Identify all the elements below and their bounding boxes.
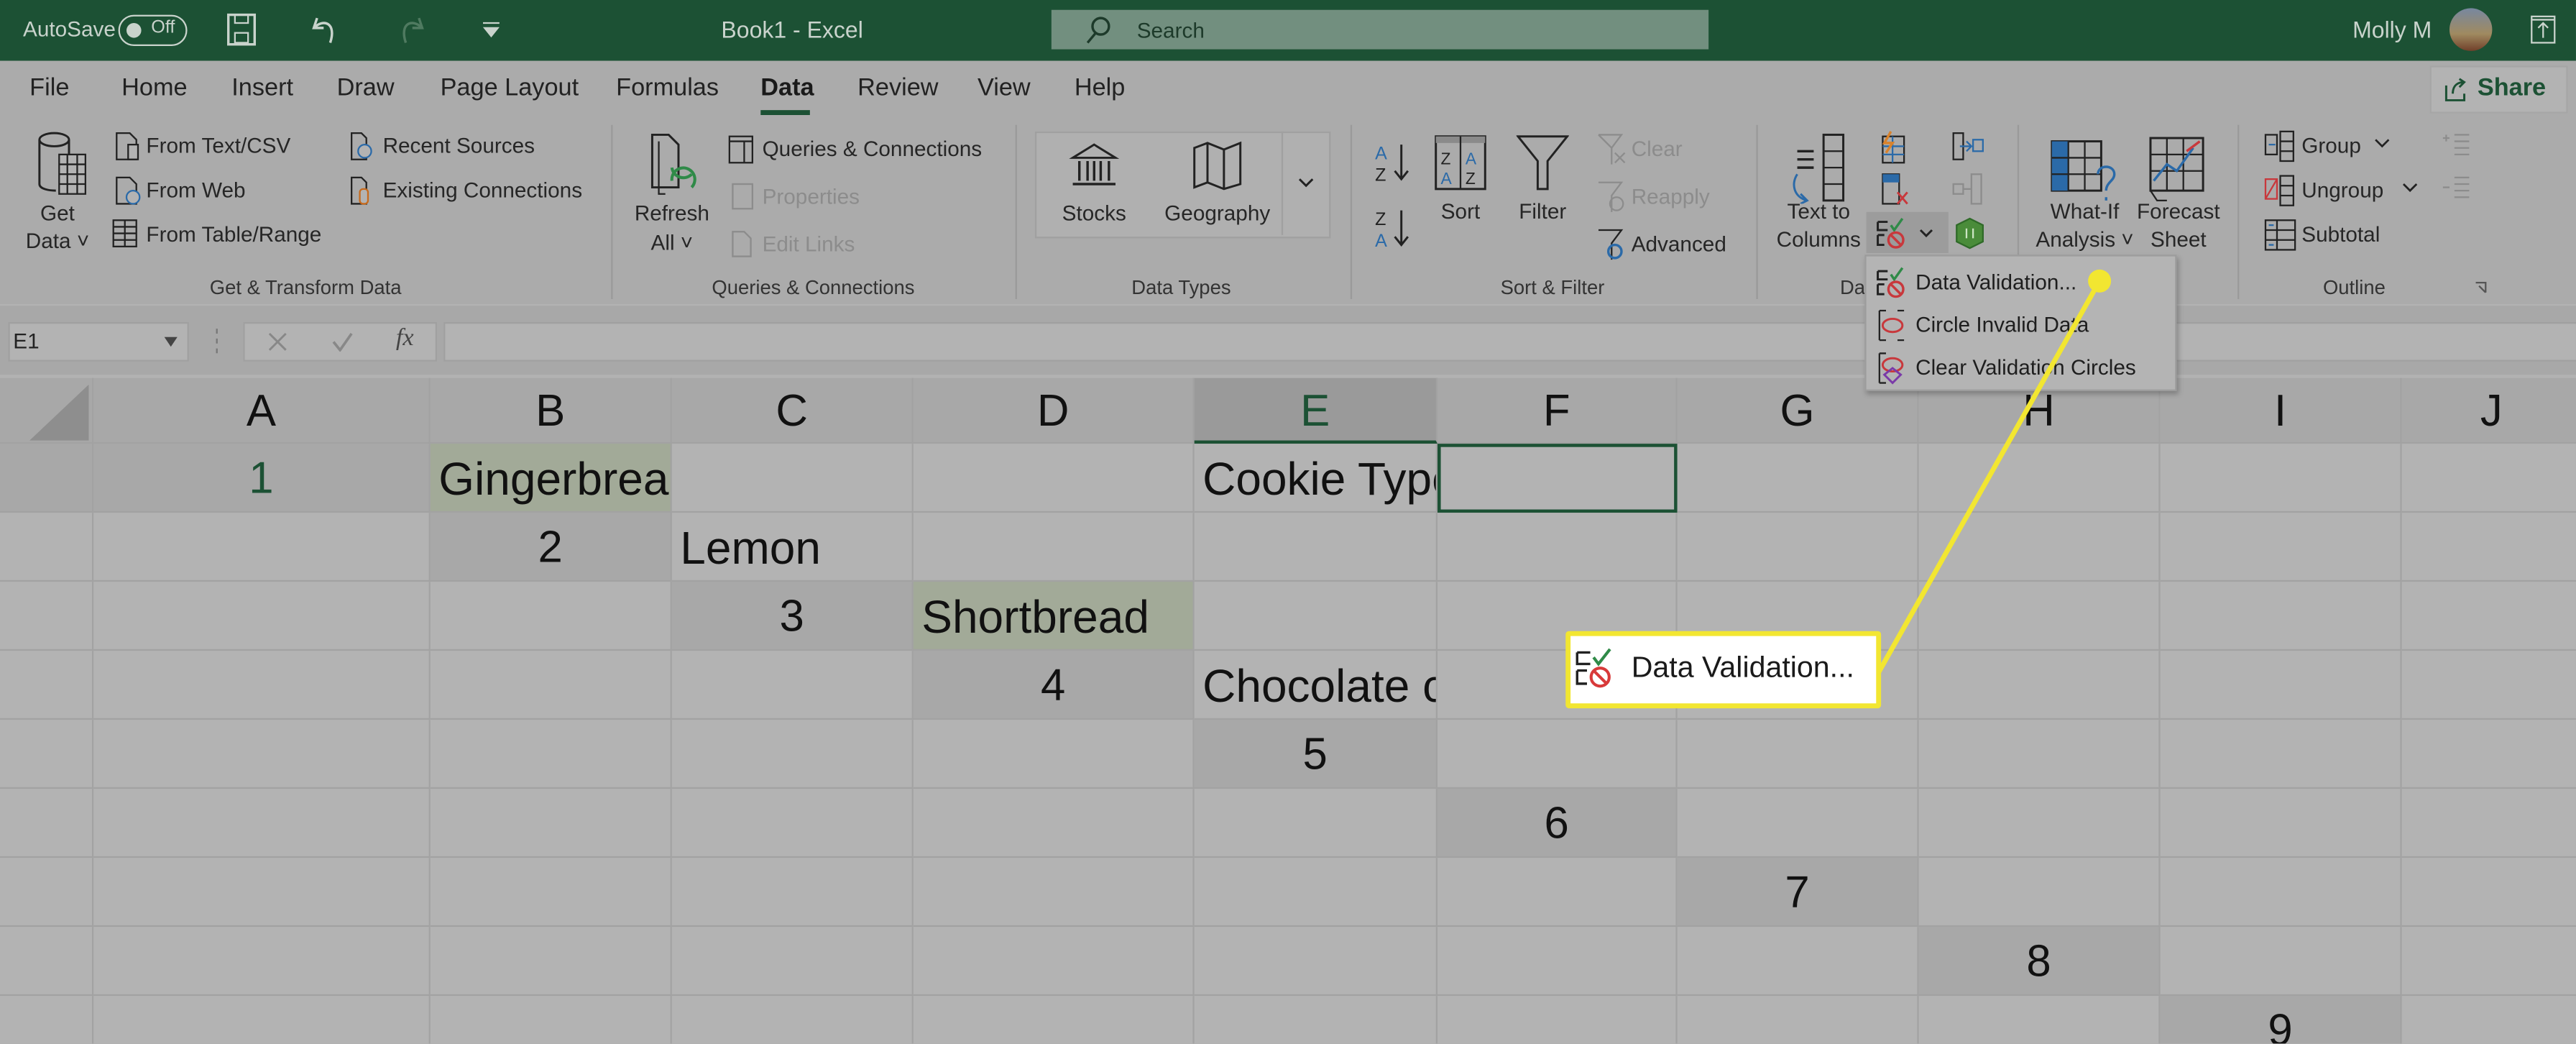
callout-label: Data Validation... (1631, 651, 1854, 684)
data-validation-callout: Data Validation... (1565, 631, 1882, 709)
pointer-dot (2088, 269, 2112, 293)
pointer-line (1875, 280, 2102, 675)
data-validation-icon (1576, 648, 1611, 688)
callout-pointer (1875, 269, 2112, 675)
